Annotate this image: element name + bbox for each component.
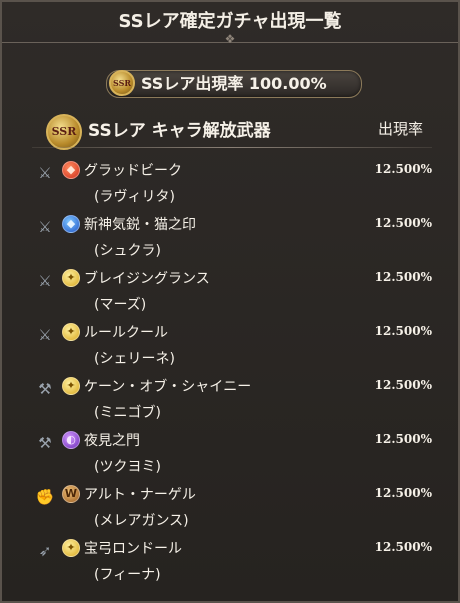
- character-name: (フィーナ): [94, 567, 161, 583]
- list-item: ✊ W アルト・ナーゲル 12.500% (メレアガンス): [2, 481, 458, 535]
- axe-icon: ⚒: [38, 380, 52, 398]
- gacha-rate-panel: SSレア確定ガチャ出現一覧 ❖ SSR SSレア出現率 100.00% SSR …: [0, 0, 460, 603]
- earth-element-icon: W: [62, 485, 80, 503]
- weapon-name: ブレイジングランス: [84, 271, 210, 287]
- sword-icon: ⚔: [38, 218, 52, 236]
- drop-rate: 12.500%: [374, 216, 432, 230]
- weapon-name: グラッドビーク: [84, 163, 182, 179]
- list-item: ⚔ ✦ ルールクール 12.500% (シェリーネ): [2, 319, 458, 373]
- ssr-category-badge-icon: SSR: [46, 114, 82, 150]
- ssr-badge-icon: SSR: [109, 70, 135, 96]
- character-name: (シュクラ): [94, 243, 161, 259]
- drop-rate: 12.500%: [374, 324, 432, 338]
- weapon-name: 宝弓ロンドール: [84, 541, 182, 557]
- character-name: (ミニゴブ): [94, 405, 161, 421]
- dark-element-icon: ◐: [62, 431, 80, 449]
- drop-rate: 12.500%: [374, 270, 432, 284]
- weapon-name: 新神気鋭・猫之印: [84, 217, 196, 233]
- weapon-name: アルト・ナーゲル: [84, 487, 196, 503]
- category-divider: [32, 147, 432, 148]
- character-name: (メレアガンス): [94, 513, 189, 529]
- sword-icon: ⚔: [38, 272, 52, 290]
- character-name: (ラヴィリタ): [94, 189, 175, 205]
- list-item: ⚒ ✦ ケーン・オブ・シャイニー 12.500% (ミニゴブ): [2, 373, 458, 427]
- light-element-icon: ✦: [62, 539, 80, 557]
- list-item: ⚒ ◐ 夜見之門 12.500% (ツクヨミ): [2, 427, 458, 481]
- character-name: (マーズ): [94, 297, 147, 313]
- list-item: ⚔ ◆ グラッドビーク 12.500% (ラヴィリタ): [2, 157, 458, 211]
- light-element-icon: ✦: [62, 377, 80, 395]
- list-item: ➶ ✦ 宝弓ロンドール 12.500% (フィーナ): [2, 535, 458, 589]
- drop-rate: 12.500%: [374, 486, 432, 500]
- axe-icon: ⚒: [38, 434, 52, 452]
- light-element-icon: ✦: [62, 323, 80, 341]
- drop-rate: 12.500%: [374, 540, 432, 554]
- weapon-name: 夜見之門: [84, 433, 140, 449]
- fire-element-icon: ◆: [62, 161, 80, 179]
- light-element-icon: ✦: [62, 269, 80, 287]
- bow-icon: ➶: [38, 542, 52, 560]
- total-rate-box: SSR SSレア出現率 100.00%: [106, 70, 362, 98]
- drop-rate: 12.500%: [374, 378, 432, 392]
- character-name: (シェリーネ): [94, 351, 175, 367]
- list-item: ⚔ ◆ 新神気鋭・猫之印 12.500% (シュクラ): [2, 211, 458, 265]
- water-element-icon: ◆: [62, 215, 80, 233]
- gauntlet-icon: ✊: [35, 488, 55, 506]
- list-item: ⚔ ✦ ブレイジングランス 12.500% (マーズ): [2, 265, 458, 319]
- drop-rate: 12.500%: [374, 162, 432, 176]
- weapon-name: ルールクール: [84, 325, 168, 341]
- character-name: (ツクヨミ): [94, 459, 161, 475]
- sword-icon: ⚔: [38, 326, 52, 344]
- drop-rate: 12.500%: [374, 432, 432, 446]
- category-title: SSレア キャラ解放武器: [88, 121, 271, 141]
- weapon-name: ケーン・オブ・シャイニー: [84, 379, 252, 395]
- rate-column-header: 出現率: [378, 120, 424, 138]
- total-rate-text: SSレア出現率 100.00%: [141, 74, 327, 93]
- header-ornament-icon: ❖: [224, 32, 236, 46]
- spear-icon: ⚔: [38, 164, 52, 182]
